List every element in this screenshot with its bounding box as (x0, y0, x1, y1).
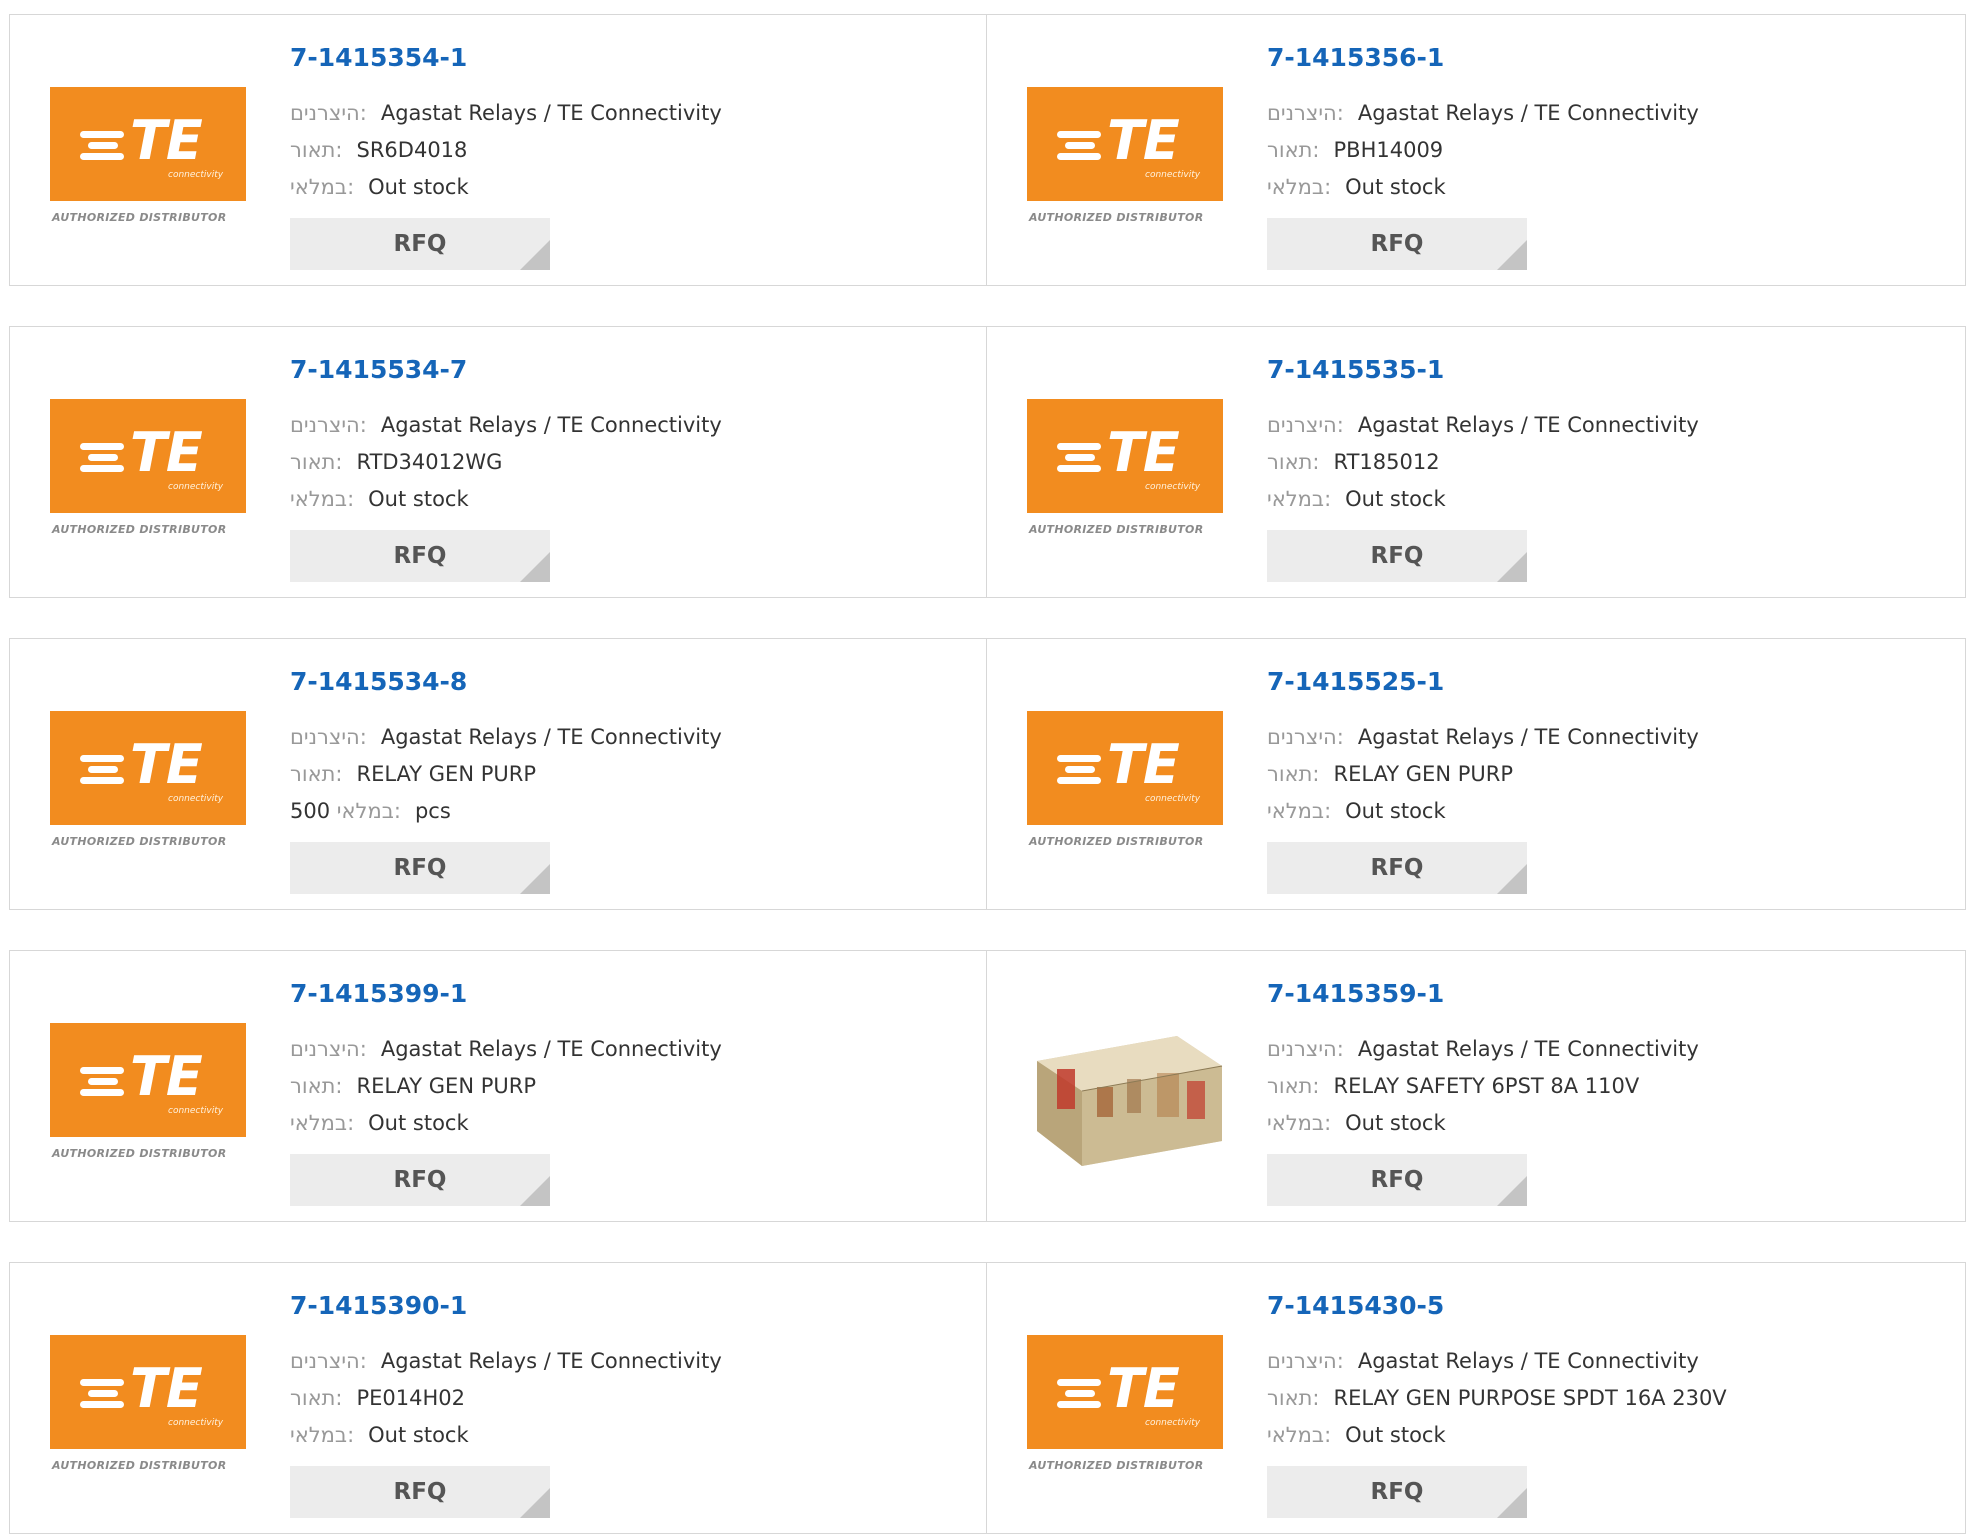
rfq-button[interactable]: RFQ (290, 530, 550, 582)
part-number-link[interactable]: 7-1415535-1 (1267, 355, 1444, 384)
rfq-button[interactable]: RFQ (290, 1466, 550, 1518)
part-number-link[interactable]: 7-1415534-8 (290, 667, 467, 696)
description-line: תאור: RELAY GEN PURP (290, 762, 536, 786)
te-connectivity-logo: TE connectivity AUTHORIZED DISTRIBUTOR (1027, 87, 1223, 224)
manufacturer-line: היצרנים: Agastat Relays / TE Connectivity (1267, 413, 1699, 437)
manufacturer-line: היצרנים: Agastat Relays / TE Connectivity (290, 725, 722, 749)
manufacturer-line: היצרנים: Agastat Relays / TE Connectivity (290, 1349, 722, 1373)
description-line: תאור: PE014H02 (290, 1386, 466, 1410)
rfq-button[interactable]: RFQ (1267, 530, 1527, 582)
te-connectivity-logo: TE connectivity AUTHORIZED DISTRIBUTOR (1027, 711, 1223, 848)
description-line: תאור: SR6D4018 (290, 138, 468, 162)
product-row: TE connectivity AUTHORIZED DISTRIBUTOR 7… (9, 950, 1966, 1222)
stock-line: במלאי: Out stock (1267, 1423, 1446, 1447)
te-connectivity-logo: TE connectivity AUTHORIZED DISTRIBUTOR (50, 1023, 246, 1160)
product-card: TE connectivity AUTHORIZED DISTRIBUTOR 7… (987, 638, 1966, 910)
part-number-link[interactable]: 7-1415399-1 (290, 979, 467, 1008)
te-connectivity-logo: TE connectivity AUTHORIZED DISTRIBUTOR (50, 87, 246, 224)
stock-line: במלאי: Out stock (290, 487, 469, 511)
manufacturer-line: היצרנים: Agastat Relays / TE Connectivity (290, 413, 722, 437)
stock-line: במלאי: Out stock (290, 1423, 469, 1447)
product-row: TE connectivity AUTHORIZED DISTRIBUTOR 7… (9, 326, 1966, 598)
rfq-button[interactable]: RFQ (1267, 218, 1527, 270)
te-connectivity-logo: TE connectivity AUTHORIZED DISTRIBUTOR (50, 399, 246, 536)
manufacturer-line: היצרנים: Agastat Relays / TE Connectivity (1267, 1037, 1699, 1061)
part-number-link[interactable]: 7-1415356-1 (1267, 43, 1444, 72)
manufacturer-line: היצרנים: Agastat Relays / TE Connectivity (290, 1037, 722, 1061)
manufacturer-line: היצרנים: Agastat Relays / TE Connectivity (1267, 1349, 1699, 1373)
te-connectivity-logo: TE connectivity AUTHORIZED DISTRIBUTOR (1027, 399, 1223, 536)
rfq-button[interactable]: RFQ (290, 218, 550, 270)
rfq-button[interactable]: RFQ (1267, 842, 1527, 894)
manufacturer-line: היצרנים: Agastat Relays / TE Connectivity (1267, 101, 1699, 125)
manufacturer-line: היצרנים: Agastat Relays / TE Connectivity (1267, 725, 1699, 749)
stock-line: במלאי: Out stock (290, 175, 469, 199)
description-line: תאור: RELAY GEN PURP (1267, 762, 1513, 786)
rfq-button[interactable]: RFQ (290, 1154, 550, 1206)
product-card: TE connectivity AUTHORIZED DISTRIBUTOR 7… (987, 326, 1966, 598)
description-line: תאור: RELAY GEN PURP (290, 1074, 536, 1098)
part-number-link[interactable]: 7-1415390-1 (290, 1291, 467, 1320)
rfq-button[interactable]: RFQ (1267, 1154, 1527, 1206)
stock-line: במלאי: Out stock (1267, 175, 1446, 199)
product-card: TE connectivity AUTHORIZED DISTRIBUTOR 7… (9, 638, 987, 910)
te-connectivity-logo: TE connectivity AUTHORIZED DISTRIBUTOR (50, 711, 246, 848)
stock-line: במלאי: Out stock (1267, 1111, 1446, 1135)
te-connectivity-logo: TE connectivity AUTHORIZED DISTRIBUTOR (50, 1335, 246, 1472)
part-number-link[interactable]: 7-1415534-7 (290, 355, 467, 384)
product-card: TE connectivity AUTHORIZED DISTRIBUTOR 7… (9, 326, 987, 598)
description-line: תאור: RELAY GEN PURPOSE SPDT 16A 230V (1267, 1386, 1727, 1410)
product-grid: TE connectivity AUTHORIZED DISTRIBUTOR 7… (0, 0, 1969, 1534)
product-card: TE connectivity AUTHORIZED DISTRIBUTOR 7… (9, 950, 987, 1222)
product-card: TE connectivity AUTHORIZED DISTRIBUTOR 7… (987, 14, 1966, 286)
product-row: TE connectivity AUTHORIZED DISTRIBUTOR 7… (9, 14, 1966, 286)
stock-line: 500 במלאי: pcs (290, 799, 451, 823)
product-card: TE connectivity AUTHORIZED DISTRIBUTOR 7… (987, 1262, 1966, 1534)
stock-line: במלאי: Out stock (1267, 487, 1446, 511)
relay-photo (1037, 1036, 1223, 1166)
product-card: TE connectivity AUTHORIZED DISTRIBUTOR 7… (9, 14, 987, 286)
description-line: תאור: PBH14009 (1267, 138, 1444, 162)
part-number-link[interactable]: 7-1415525-1 (1267, 667, 1444, 696)
product-card: 7-1415359-1 היצרנים: Agastat Relays / TE … (987, 950, 1966, 1222)
part-number-link[interactable]: 7-1415354-1 (290, 43, 467, 72)
description-line: תאור: RTD34012WG (290, 450, 503, 474)
part-number-link[interactable]: 7-1415359-1 (1267, 979, 1444, 1008)
stock-line: במלאי: Out stock (1267, 799, 1446, 823)
rfq-button[interactable]: RFQ (1267, 1466, 1527, 1518)
product-row: TE connectivity AUTHORIZED DISTRIBUTOR 7… (9, 638, 1966, 910)
te-connectivity-logo: TE connectivity AUTHORIZED DISTRIBUTOR (1027, 1335, 1223, 1472)
stock-line: במלאי: Out stock (290, 1111, 469, 1135)
description-line: תאור: RELAY SAFETY 6PST 8A 110V (1267, 1074, 1640, 1098)
part-number-link[interactable]: 7-1415430-5 (1267, 1291, 1444, 1320)
description-line: תאור: RT185012 (1267, 450, 1440, 474)
rfq-button[interactable]: RFQ (290, 842, 550, 894)
manufacturer-line: היצרנים: Agastat Relays / TE Connectivity (290, 101, 722, 125)
product-row: TE connectivity AUTHORIZED DISTRIBUTOR 7… (9, 1262, 1966, 1534)
product-card: TE connectivity AUTHORIZED DISTRIBUTOR 7… (9, 1262, 987, 1534)
